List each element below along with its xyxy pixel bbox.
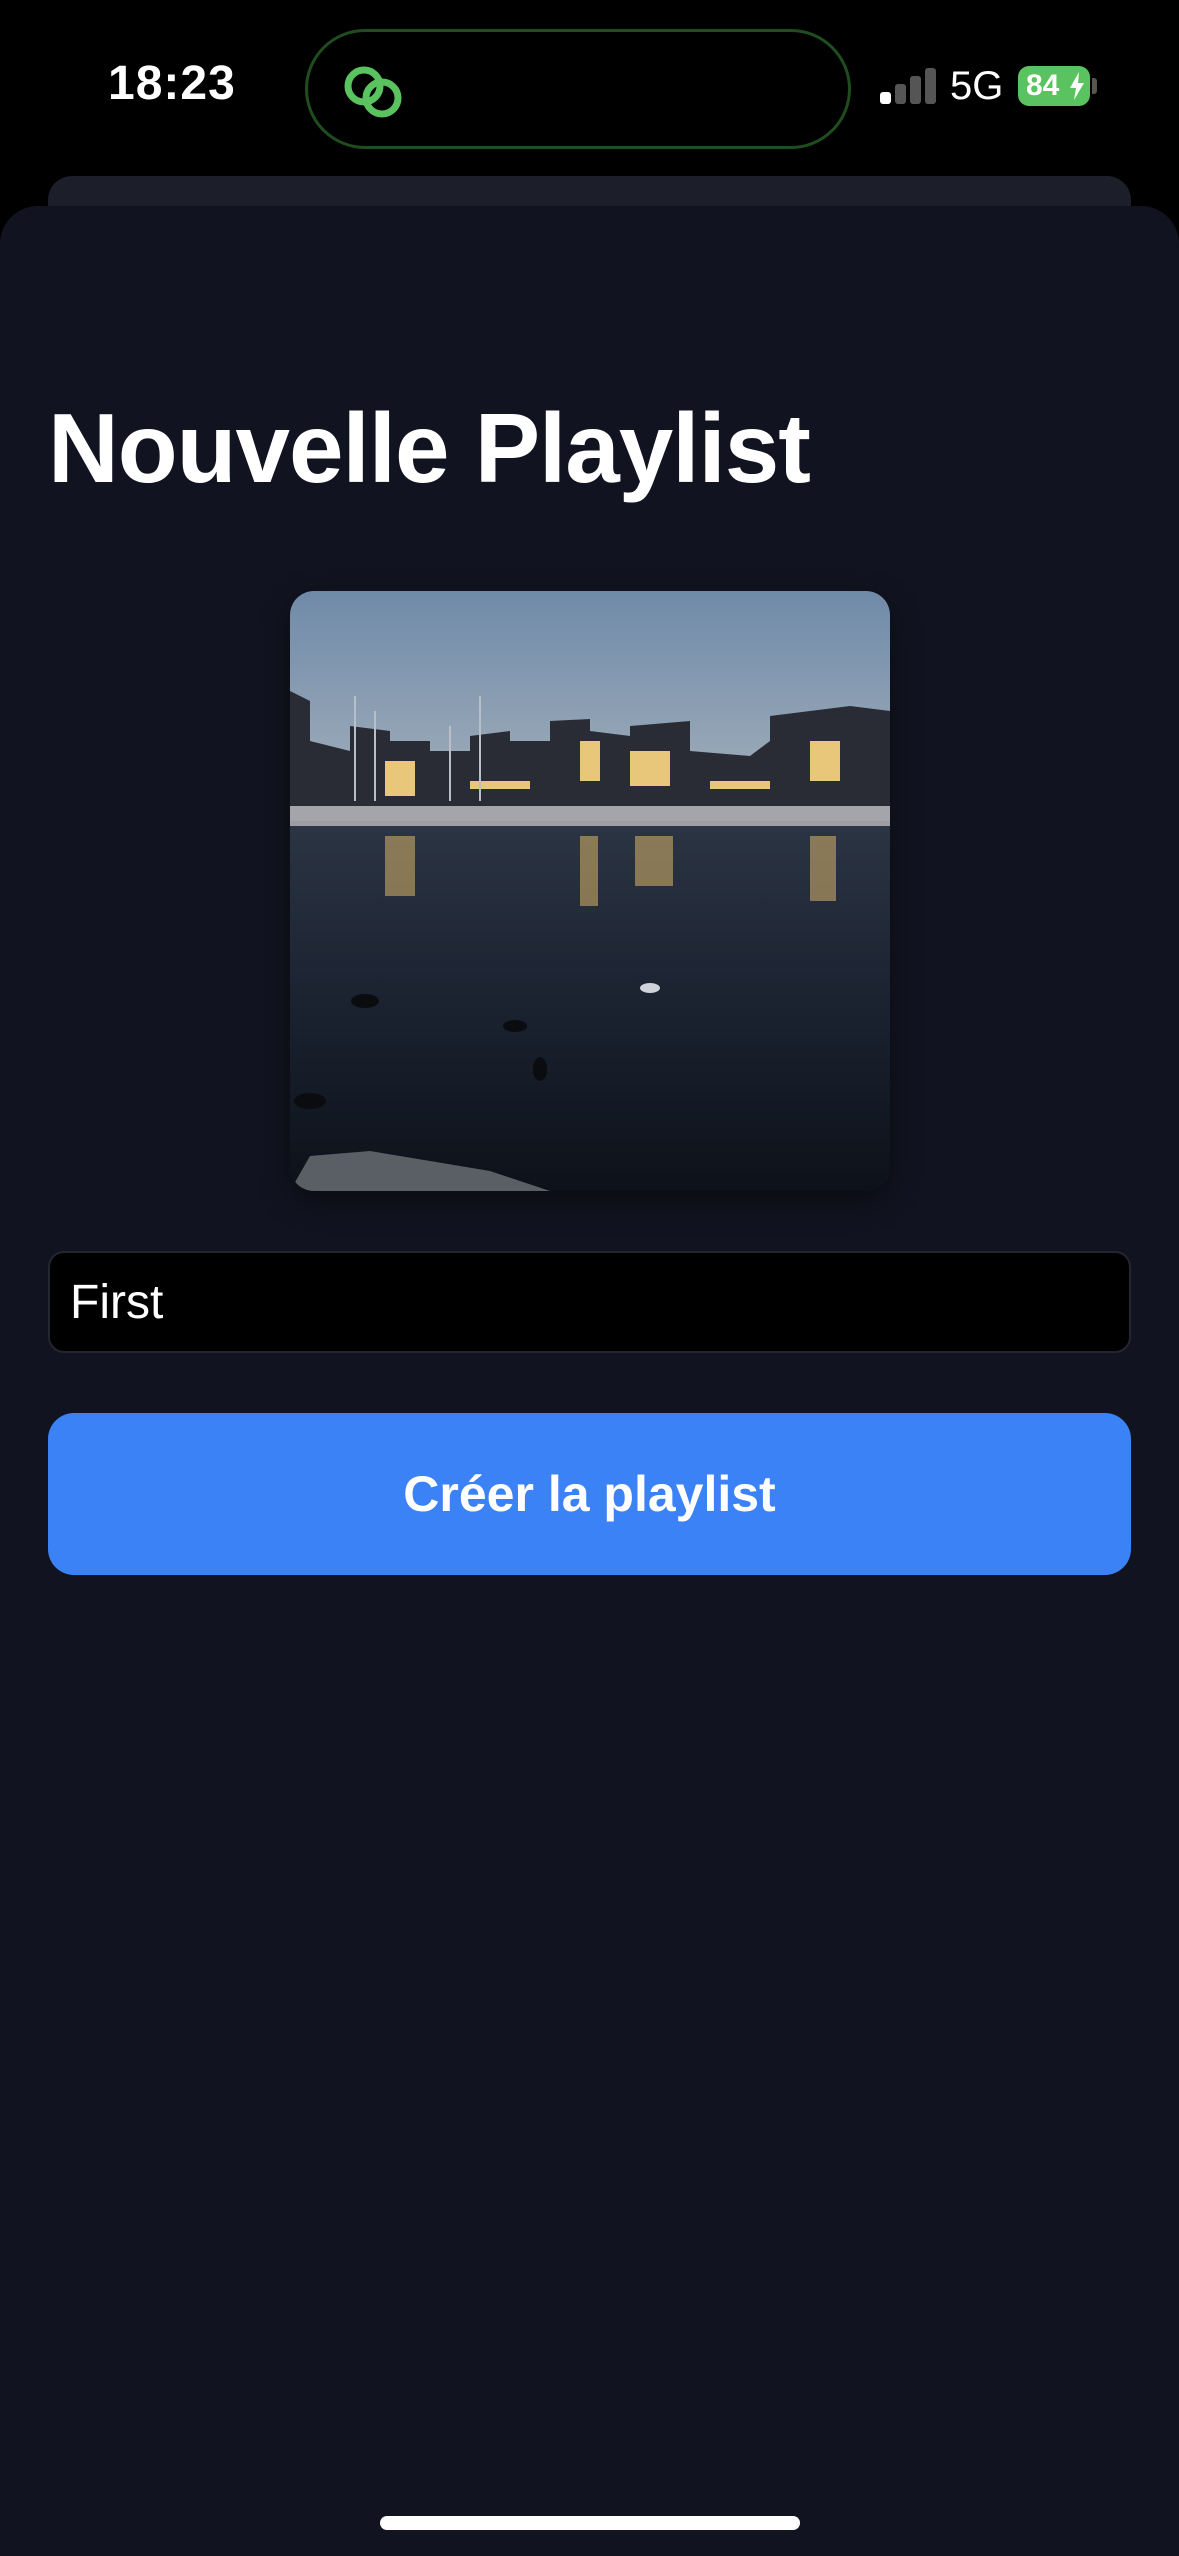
dynamic-island[interactable]	[305, 29, 851, 149]
battery-level: 84	[1026, 69, 1060, 102]
link-icon	[344, 66, 402, 118]
status-time: 18:23	[108, 57, 236, 110]
new-playlist-sheet: Nouvelle Playlist First Créer la playlis…	[0, 206, 1179, 2556]
harbor-photo	[290, 591, 890, 1191]
create-playlist-button[interactable]: Créer la playlist	[48, 1413, 1131, 1575]
home-indicator[interactable]	[380, 2516, 800, 2530]
screen: 18:23 5G 84 Nouvelle Playlist First Crée…	[0, 0, 1179, 2556]
battery-icon: 84	[1018, 66, 1090, 106]
page-title: Nouvelle Playlist	[48, 393, 811, 503]
playlist-name-input[interactable]	[48, 1251, 1131, 1353]
charging-bolt-icon	[1070, 72, 1084, 100]
playlist-cover-image[interactable]	[290, 591, 890, 1191]
signal-icon	[880, 68, 938, 104]
network-type: 5G	[950, 64, 1004, 108]
battery-cap	[1092, 78, 1097, 94]
